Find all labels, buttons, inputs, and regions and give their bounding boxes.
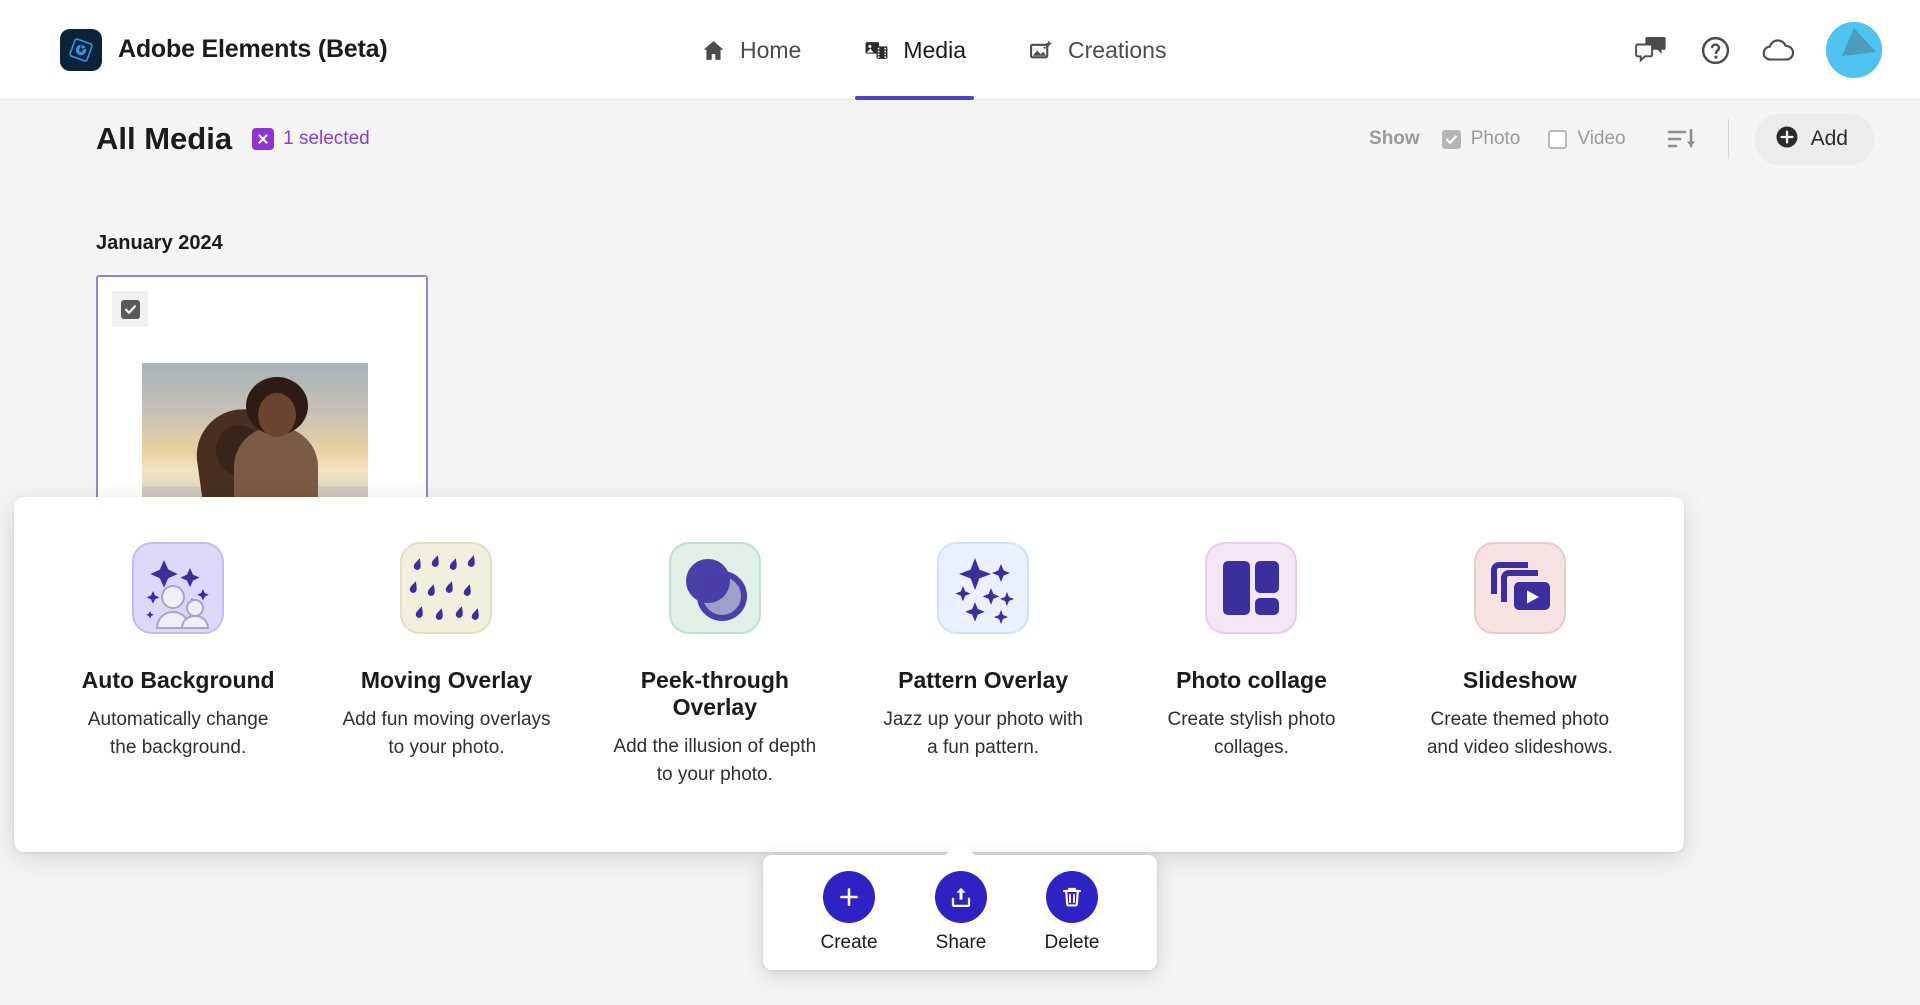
selection-count-label: 1 selected: [283, 128, 370, 149]
content-header: All Media 1 selected Show Photo Video Ad…: [0, 100, 1920, 178]
nav-label-media: Media: [903, 36, 967, 63]
nav-item-creations[interactable]: Creations: [1028, 0, 1166, 100]
auto-background-icon: [132, 542, 225, 634]
delete-action[interactable]: Delete: [1044, 871, 1100, 954]
aperture-diamond-logo-icon: [60, 28, 102, 71]
filter-video[interactable]: Video: [1548, 128, 1626, 150]
checkbox-video[interactable]: [1548, 129, 1568, 149]
add-button[interactable]: Add: [1754, 113, 1874, 165]
header-tools: Show Photo Video Add: [1369, 113, 1874, 165]
home-icon: [700, 37, 726, 63]
creation-option-photo-collage[interactable]: Photo collage Create stylish photo colla…: [1145, 542, 1357, 762]
app-root: Adobe Elements (Beta) Home Media Creatio…: [0, 0, 1920, 1005]
option-title: Photo collage: [1176, 667, 1327, 693]
selection-status[interactable]: 1 selected: [252, 128, 370, 150]
option-desc: Add fun moving overlays to your photo.: [342, 709, 551, 758]
moving-overlay-rain-icon: [400, 542, 493, 634]
filter-photo[interactable]: Photo: [1441, 128, 1521, 150]
user-avatar[interactable]: [1826, 22, 1882, 78]
top-right-controls: [1634, 0, 1882, 100]
checkbox-photo[interactable]: [1441, 129, 1461, 149]
delete-action-label: Delete: [1044, 932, 1100, 953]
slideshow-play-icon: [1473, 542, 1566, 634]
option-title: Peek-through Overlay: [640, 667, 789, 720]
create-action-label: Create: [820, 932, 878, 953]
close-x-icon[interactable]: [252, 128, 275, 150]
nav-item-media[interactable]: Media: [855, 0, 974, 100]
nav-item-home[interactable]: Home: [700, 0, 801, 100]
creation-option-pattern-overlay[interactable]: Pattern Overlay Jazz up your photo with …: [877, 542, 1089, 762]
creation-option-slideshow[interactable]: Slideshow Create themed photo and video …: [1414, 542, 1626, 762]
create-action[interactable]: Create: [821, 871, 878, 954]
media-thumbnail: [142, 363, 368, 508]
media-icon: [863, 37, 889, 63]
photo-collage-grid-icon: [1205, 542, 1298, 634]
add-button-label: Add: [1810, 127, 1848, 150]
month-group-label: January 2024: [96, 232, 223, 254]
option-desc: Jazz up your photo with a fun pattern.: [883, 709, 1083, 758]
sort-descending-icon[interactable]: [1662, 119, 1702, 159]
creation-option-moving-overlay[interactable]: Moving Overlay Add fun moving overlays t…: [340, 542, 552, 762]
creation-option-peek-through-overlay[interactable]: Peek-through Overlay Add the illusion of…: [609, 542, 821, 789]
option-title: Moving Overlay: [360, 667, 533, 693]
option-desc: Create stylish photo collages.: [1167, 709, 1336, 758]
creations-panel: Auto Background Automatically change the…: [14, 497, 1684, 852]
nav-label-creations: Creations: [1068, 36, 1167, 63]
checkmark-icon: [120, 299, 140, 319]
selection-action-bar: Create Share Delete: [763, 855, 1157, 970]
chat-bubbles-icon[interactable]: [1634, 33, 1668, 67]
filter-photo-label: Photo: [1470, 128, 1521, 149]
cloud-icon[interactable]: [1762, 33, 1796, 67]
help-circle-icon[interactable]: [1698, 33, 1732, 67]
option-title: Slideshow: [1462, 667, 1577, 693]
peek-through-circles-icon: [668, 542, 761, 634]
option-desc: Automatically change the background.: [87, 709, 269, 758]
plus-icon: [823, 871, 876, 923]
media-card[interactable]: [96, 275, 428, 510]
page-title: All Media: [96, 121, 233, 156]
share-upload-icon: [935, 871, 988, 923]
option-title: Pattern Overlay: [898, 667, 1069, 693]
filter-video-label: Video: [1577, 128, 1626, 149]
plus-circle-icon: [1775, 125, 1799, 154]
app-title: Adobe Elements (Beta): [118, 35, 388, 63]
option-desc: Create themed photo and video slideshows…: [1426, 709, 1613, 758]
top-bar: Adobe Elements (Beta) Home Media Creatio…: [0, 0, 1920, 100]
creations-sparkle-icon: [1028, 37, 1054, 63]
option-desc: Add the illusion of depth to your photo.: [613, 736, 817, 785]
trash-icon: [1045, 871, 1098, 923]
toolbar-divider: [1727, 119, 1729, 159]
main-nav: Home Media Creations: [700, 0, 1166, 100]
show-label: Show: [1369, 128, 1420, 149]
share-action-label: Share: [935, 932, 987, 953]
option-title: Auto Background: [81, 667, 275, 693]
creation-option-auto-background[interactable]: Auto Background Automatically change the…: [72, 542, 284, 762]
nav-label-home: Home: [740, 36, 802, 63]
media-card-checkbox[interactable]: [112, 291, 148, 327]
share-action[interactable]: Share: [935, 871, 988, 954]
brand[interactable]: Adobe Elements (Beta): [60, 28, 388, 71]
pattern-sparkles-icon: [937, 542, 1030, 634]
